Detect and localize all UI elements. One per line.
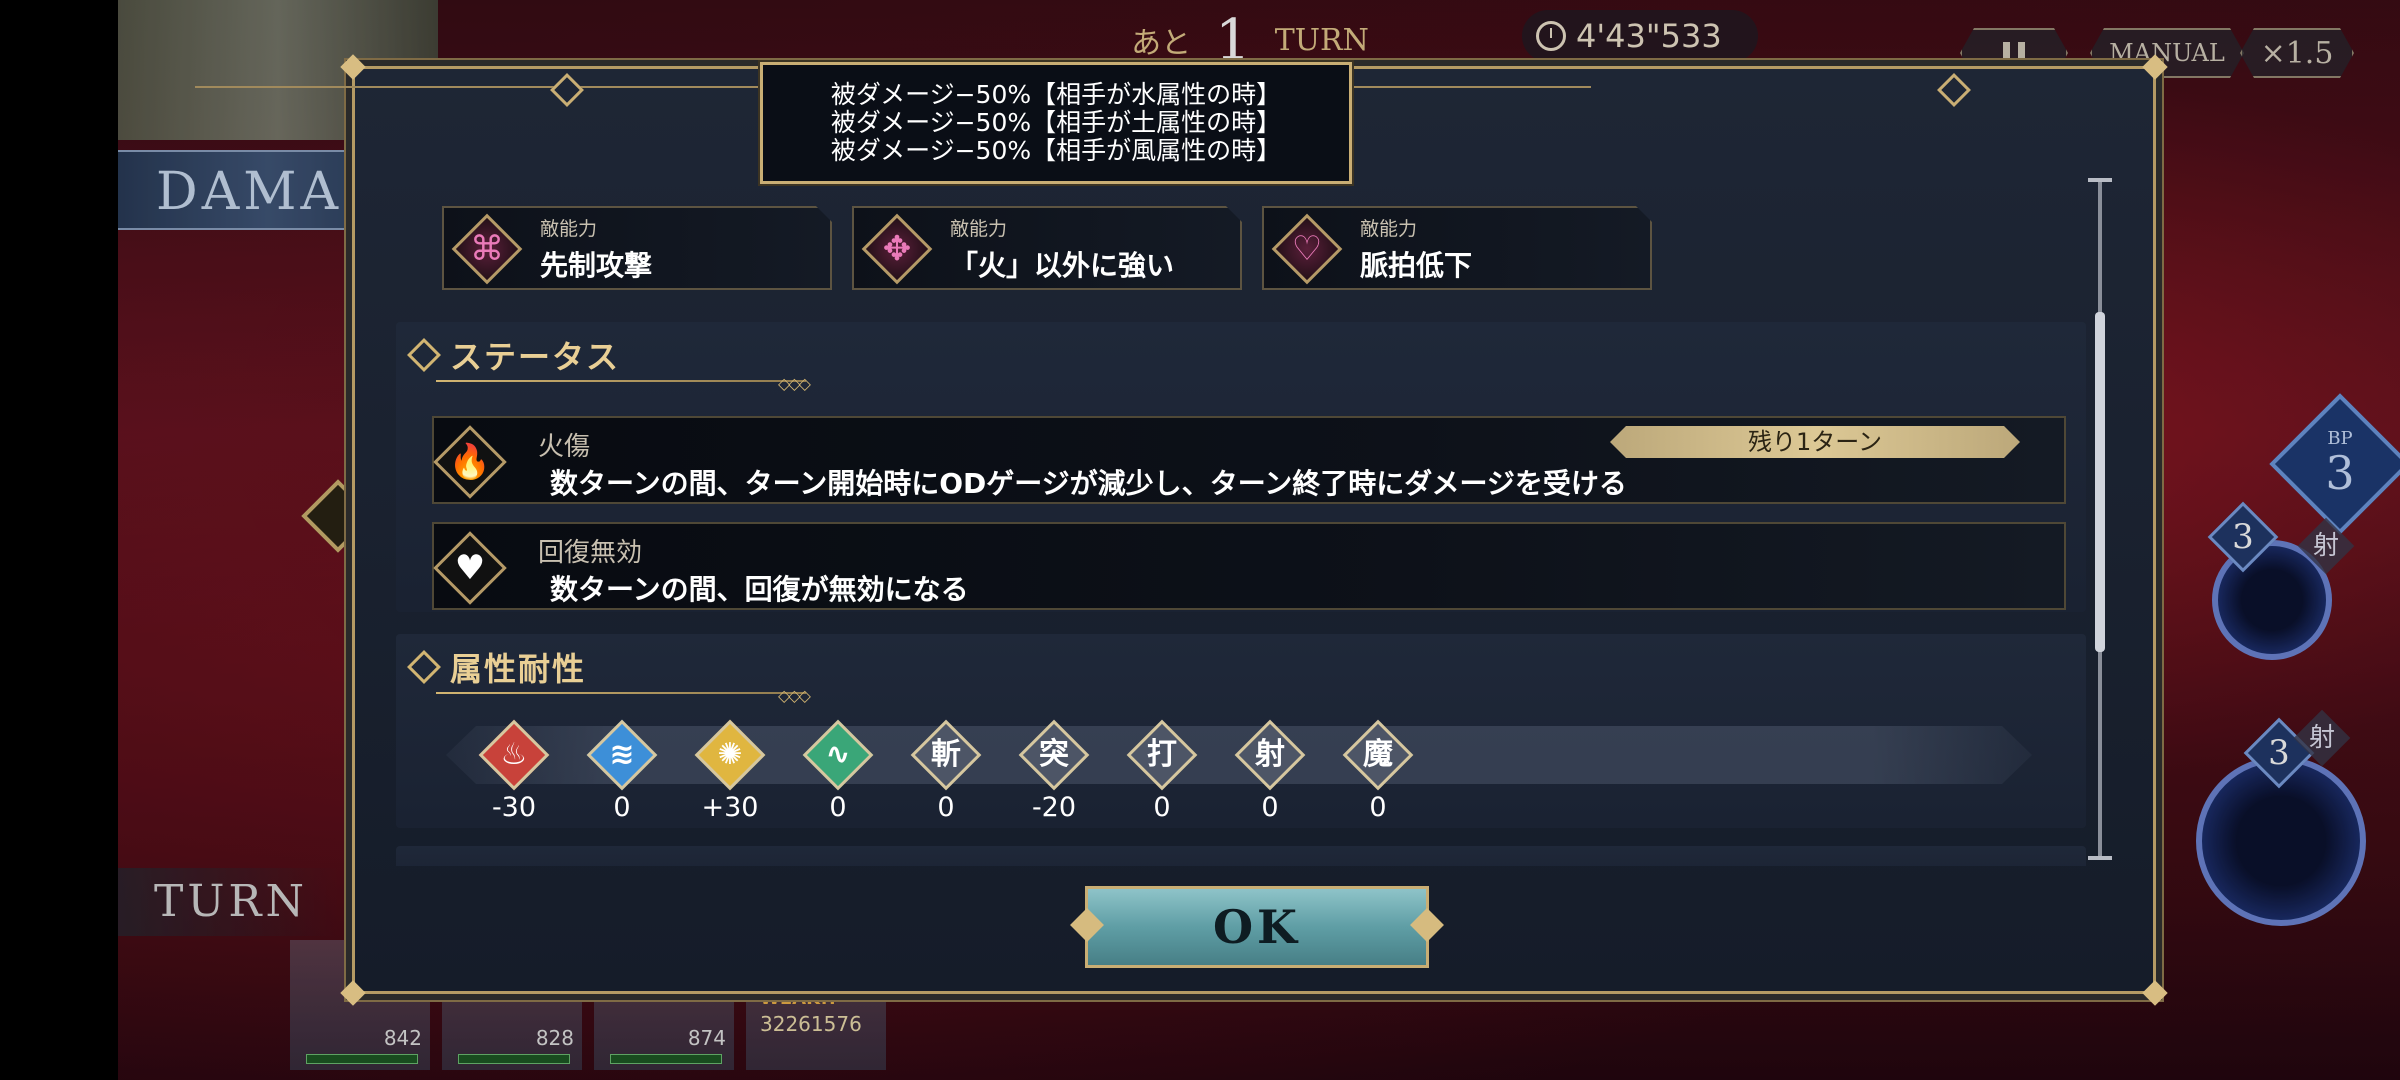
wind-icon: ∿	[802, 719, 874, 791]
ability-kind: 敵能力	[950, 218, 1008, 240]
attr-cell-thunder: ✺ +30	[694, 719, 766, 823]
next-section	[396, 846, 2086, 866]
attr-glyph: 魔	[1363, 737, 1393, 772]
attr-glyph: ✺	[717, 737, 743, 772]
attr-value: 0	[613, 792, 631, 823]
attr-cell-wind: ∿ 0	[802, 719, 874, 823]
scrollbar-thumb[interactable]	[2095, 312, 2105, 652]
status-desc: 数ターンの間、回復が無効になる	[550, 573, 969, 606]
section-underline	[436, 692, 806, 694]
attr-value: 0	[1369, 792, 1387, 823]
attr-cell-water: ≋ 0	[586, 719, 658, 823]
ability-name: 「火」以外に強い	[950, 249, 1175, 282]
ability-kind: 敵能力	[1360, 218, 1418, 240]
attr-glyph: ∿	[825, 737, 851, 772]
section-header: 属性耐性	[407, 644, 587, 690]
underline-ornament: ◇◇◇	[778, 374, 811, 393]
attr-cell-pierce: 突 -20	[1018, 719, 1090, 823]
ability-name: 脈拍低下	[1360, 249, 1473, 282]
attr-value: 0	[1261, 792, 1279, 823]
attr-glyph: ≋	[609, 737, 635, 772]
attr-glyph: 射	[1255, 737, 1285, 772]
remaining-turns-badge: 残り1ターン	[1610, 426, 2020, 458]
attr-cell-strike: 打0	[1126, 719, 1198, 823]
diamond-icon	[407, 650, 441, 684]
ability-card[interactable]: ⌘ 敵能力 先制攻撃	[442, 206, 832, 290]
attr-cell-magic: 魔0	[1342, 719, 1414, 823]
shoot-icon: 射	[1234, 719, 1306, 791]
status-section: ステータス ◇◇◇ 🔥 火傷 残り1ターン 数ターンの間、ターン開始時にODゲー…	[396, 322, 2086, 612]
status-item-heal-block[interactable]: ♥ 回復無効 数ターンの間、回復が無効になる	[432, 522, 2066, 610]
fire-icon: ♨	[478, 719, 550, 791]
attr-value: 0	[937, 792, 955, 823]
attr-cell-slash: 斬0	[910, 719, 982, 823]
modal-scroll-area[interactable]: ⌘ 敵能力 先制攻撃 ✥ 敵能力 「火」以外に強い ♡ 敵能力 脈拍低下 ステー…	[392, 176, 2106, 866]
resistance-tooltip: 被ダメージ−50%【相手が水属性の時】 被ダメージ−50%【相手が土属性の時】 …	[760, 62, 1352, 184]
attr-glyph: 突	[1039, 737, 1069, 772]
flame-icon: 🔥	[430, 422, 510, 502]
ability-list: ⌘ 敵能力 先制攻撃 ✥ 敵能力 「火」以外に強い ♡ 敵能力 脈拍低下	[442, 206, 1652, 290]
scrollbar-cap	[2088, 178, 2112, 182]
status-name: 火傷	[538, 432, 591, 462]
attribute-list: ♨ -30 ≋ 0 ✺ +30 ∿ 0 斬 0 突 -20 打 0 射 0 魔 0	[478, 719, 1414, 823]
tooltip-line: 被ダメージ−50%【相手が水属性の時】	[830, 80, 1282, 109]
ability-name: 先制攻撃	[540, 249, 653, 282]
heart-pulse-icon: ♡	[1272, 214, 1342, 284]
ability-card[interactable]: ♡ 敵能力 脈拍低下	[1262, 206, 1652, 290]
ok-button[interactable]: OK	[1085, 886, 1429, 968]
tooltip-line: 被ダメージ−50%【相手が風属性の時】	[830, 136, 1282, 165]
thunder-icon: ✺	[694, 719, 766, 791]
attr-cell-shoot: 射0	[1234, 719, 1306, 823]
ability-kind: 敵能力	[540, 218, 598, 240]
water-icon: ≋	[586, 719, 658, 791]
knot-icon: ⌘	[452, 214, 522, 284]
strike-icon: 打	[1126, 719, 1198, 791]
heart-cross-icon: ♥	[430, 528, 510, 608]
attr-cell-fire: ♨ -30	[478, 719, 550, 823]
underline-ornament: ◇◇◇	[778, 686, 811, 705]
attr-value: -20	[1031, 792, 1077, 823]
attr-glyph: ♨	[500, 737, 528, 772]
section-underline	[436, 380, 806, 382]
tooltip-line: 被ダメージ−50%【相手が土属性の時】	[830, 108, 1282, 137]
attr-value: 0	[829, 792, 847, 823]
attribute-resist-section: 属性耐性 ◇◇◇ ♨ -30 ≋ 0 ✺ +30 ∿ 0 斬 0 突 -20 打 0 射 0 魔 0	[396, 634, 2086, 828]
status-name: 回復無効	[538, 538, 643, 568]
attr-value: +30	[701, 792, 759, 823]
pentagram-knot-icon: ✥	[862, 214, 932, 284]
slash-icon: 斬	[910, 719, 982, 791]
attr-value: 0	[1153, 792, 1171, 823]
scrollbar-cap	[2088, 856, 2112, 860]
section-title: 属性耐性	[450, 650, 587, 688]
ability-card[interactable]: ✥ 敵能力 「火」以外に強い	[852, 206, 1242, 290]
diamond-icon	[407, 338, 441, 372]
status-desc: 数ターンの間、ターン開始時にODゲージが減少し、ターン終了時にダメージを受ける	[550, 467, 1627, 500]
status-item-burn[interactable]: 🔥 火傷 残り1ターン 数ターンの間、ターン開始時にODゲージが減少し、ターン終…	[432, 416, 2066, 504]
attr-glyph: 打	[1147, 737, 1177, 772]
attr-value: -30	[491, 792, 537, 823]
pierce-icon: 突	[1018, 719, 1090, 791]
section-title: ステータス	[450, 338, 621, 376]
section-header: ステータス	[407, 332, 621, 378]
magic-icon: 魔	[1342, 719, 1414, 791]
attr-glyph: 斬	[931, 737, 961, 772]
